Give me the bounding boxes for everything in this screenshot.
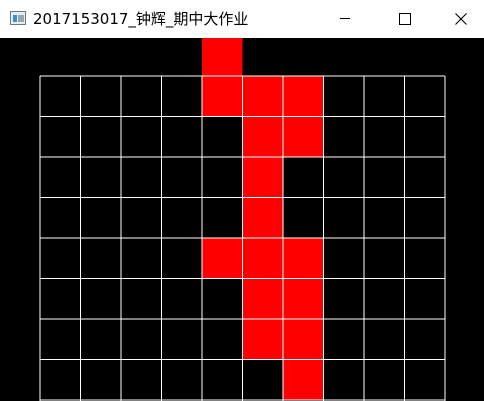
app-icon-right-pane	[18, 15, 24, 22]
falling-piece-block	[242, 76, 283, 117]
falling-piece-block	[283, 116, 324, 157]
window-title: 2017153017_钟辉_期中大作业	[33, 10, 249, 28]
stacked-block	[283, 278, 324, 319]
stacked-block	[283, 238, 324, 279]
falling-piece-block	[202, 76, 243, 117]
falling-piece-block	[242, 116, 283, 157]
stacked-block	[242, 157, 283, 198]
minimize-button[interactable]	[322, 0, 368, 38]
minimize-icon	[340, 18, 350, 19]
stacked-block	[283, 319, 324, 360]
close-button[interactable]	[438, 0, 484, 38]
stacked-block	[283, 359, 324, 400]
title-bar[interactable]: 2017153017_钟辉_期中大作业	[0, 0, 484, 38]
maximize-button[interactable]	[382, 0, 428, 38]
stacked-block	[202, 238, 243, 279]
stacked-block	[242, 197, 283, 238]
close-icon	[455, 13, 467, 25]
stacked-block	[242, 319, 283, 360]
stacked-block	[242, 278, 283, 319]
stacked-block	[242, 238, 283, 279]
game-board	[39, 38, 446, 401]
app-icon	[10, 11, 26, 25]
app-icon-left-pane	[13, 15, 17, 22]
game-window: 2017153017_钟辉_期中大作业	[0, 0, 484, 401]
falling-piece-block	[283, 76, 324, 117]
maximize-icon	[399, 13, 411, 25]
falling-piece-block	[202, 38, 243, 76]
